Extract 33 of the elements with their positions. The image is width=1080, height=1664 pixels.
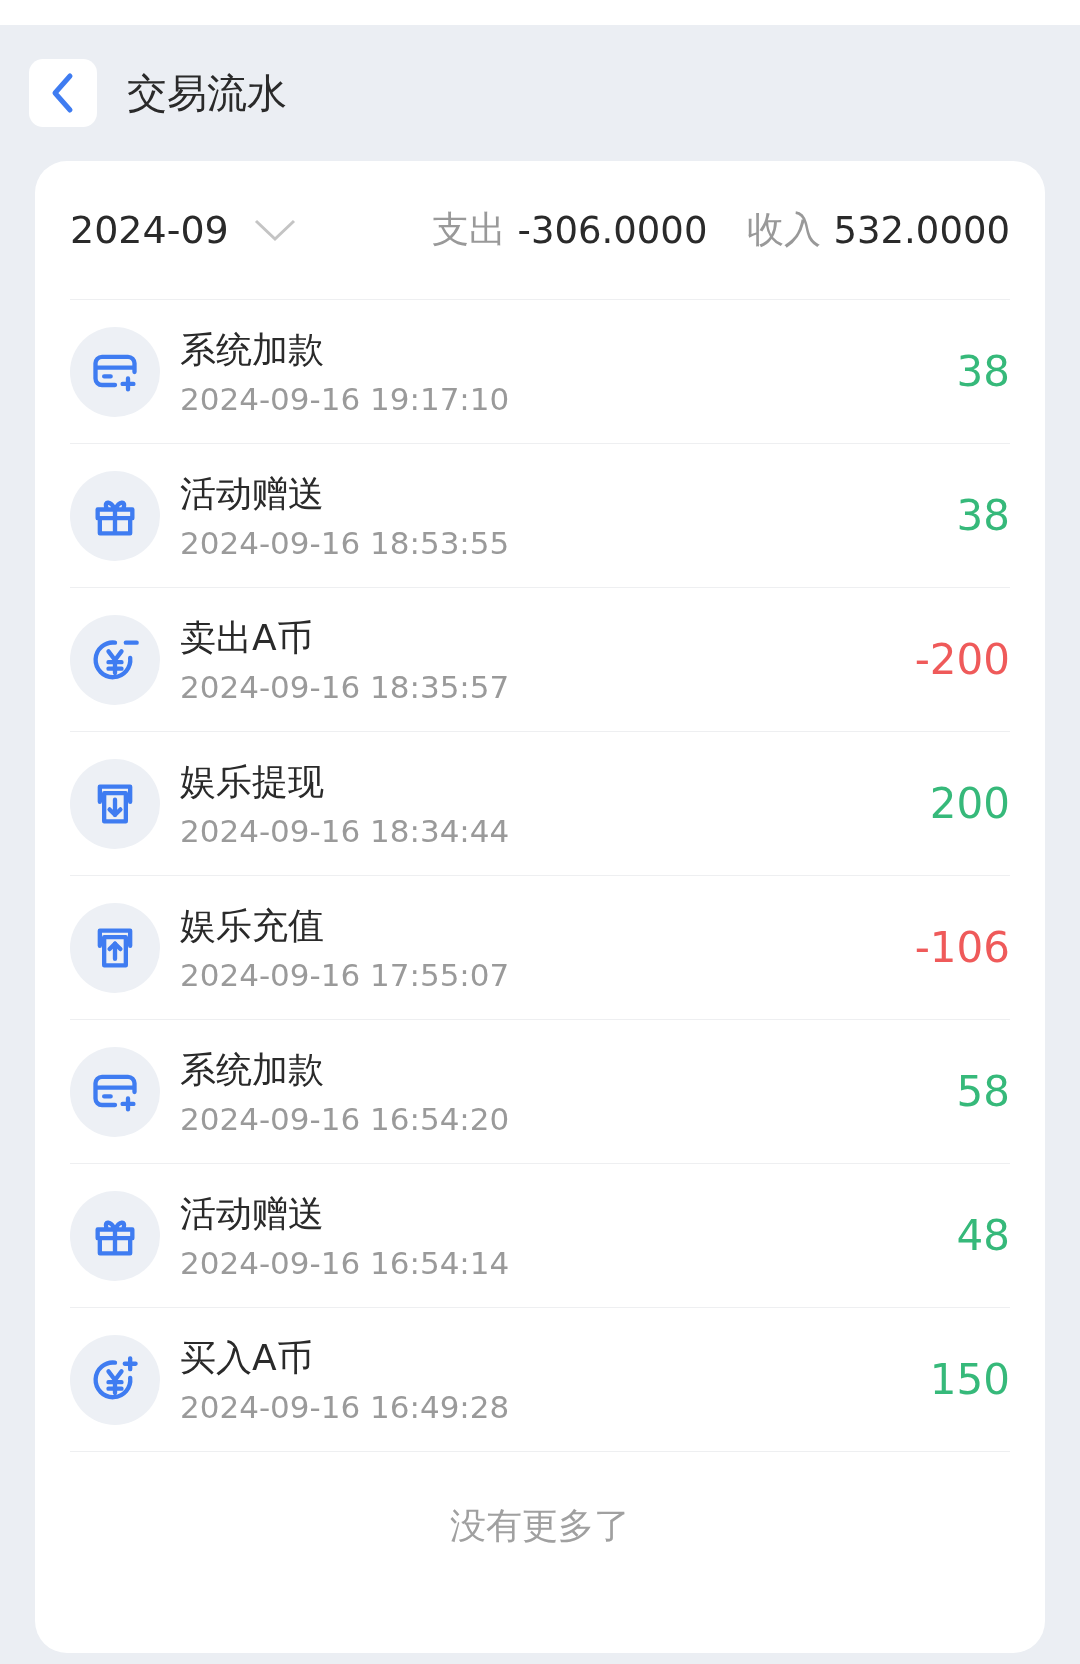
end-of-list-text: 没有更多了 (450, 1504, 630, 1548)
transaction-time: 2024-09-16 16:54:14 (180, 1245, 511, 1281)
expense-total: -306.0000 (517, 208, 708, 252)
transaction-time: 2024-09-16 16:54:20 (180, 1101, 511, 1137)
transaction-time: 2024-09-16 17:55:07 (180, 957, 511, 993)
transaction-name: 娱乐充值 (180, 904, 325, 948)
transaction-time: 2024-09-16 19:17:10 (180, 381, 511, 417)
transaction-amount: -200 (914, 635, 1010, 684)
transaction-amount: -106 (914, 923, 1010, 972)
transaction-time: 2024-09-16 16:49:28 (180, 1389, 511, 1425)
transaction-time: 2024-09-16 18:34:44 (180, 813, 511, 849)
income-total: 532.0000 (833, 208, 1010, 252)
transaction-amount: 200 (929, 779, 1010, 828)
transaction-name: 卖出A币 (180, 616, 314, 660)
transaction-name: 活动赠送 (180, 472, 325, 516)
transaction-name: 买入A币 (180, 1336, 314, 1380)
income-label: 收入 (747, 207, 822, 253)
transaction-amount: 58 (956, 1067, 1010, 1116)
transaction-name: 系统加款 (180, 1048, 325, 1092)
expense-label: 支出 (431, 207, 506, 253)
transaction-name: 娱乐提现 (180, 760, 325, 804)
page-title: 交易流水 (127, 68, 287, 118)
transaction-amount: 150 (929, 1355, 1010, 1404)
transaction-name: 系统加款 (180, 328, 325, 372)
transaction-time: 2024-09-16 18:53:55 (180, 525, 511, 561)
transaction-amount: 38 (956, 491, 1010, 540)
transaction-name: 活动赠送 (180, 1192, 325, 1236)
month-selector[interactable]: 2024-09 (70, 208, 297, 252)
back-button[interactable] (29, 59, 97, 127)
transaction-time: 2024-09-16 18:35:57 (180, 669, 511, 705)
chevron-down-icon (252, 218, 297, 242)
transaction-amount: 38 (956, 347, 1010, 396)
transaction-amount: 48 (956, 1211, 1010, 1260)
